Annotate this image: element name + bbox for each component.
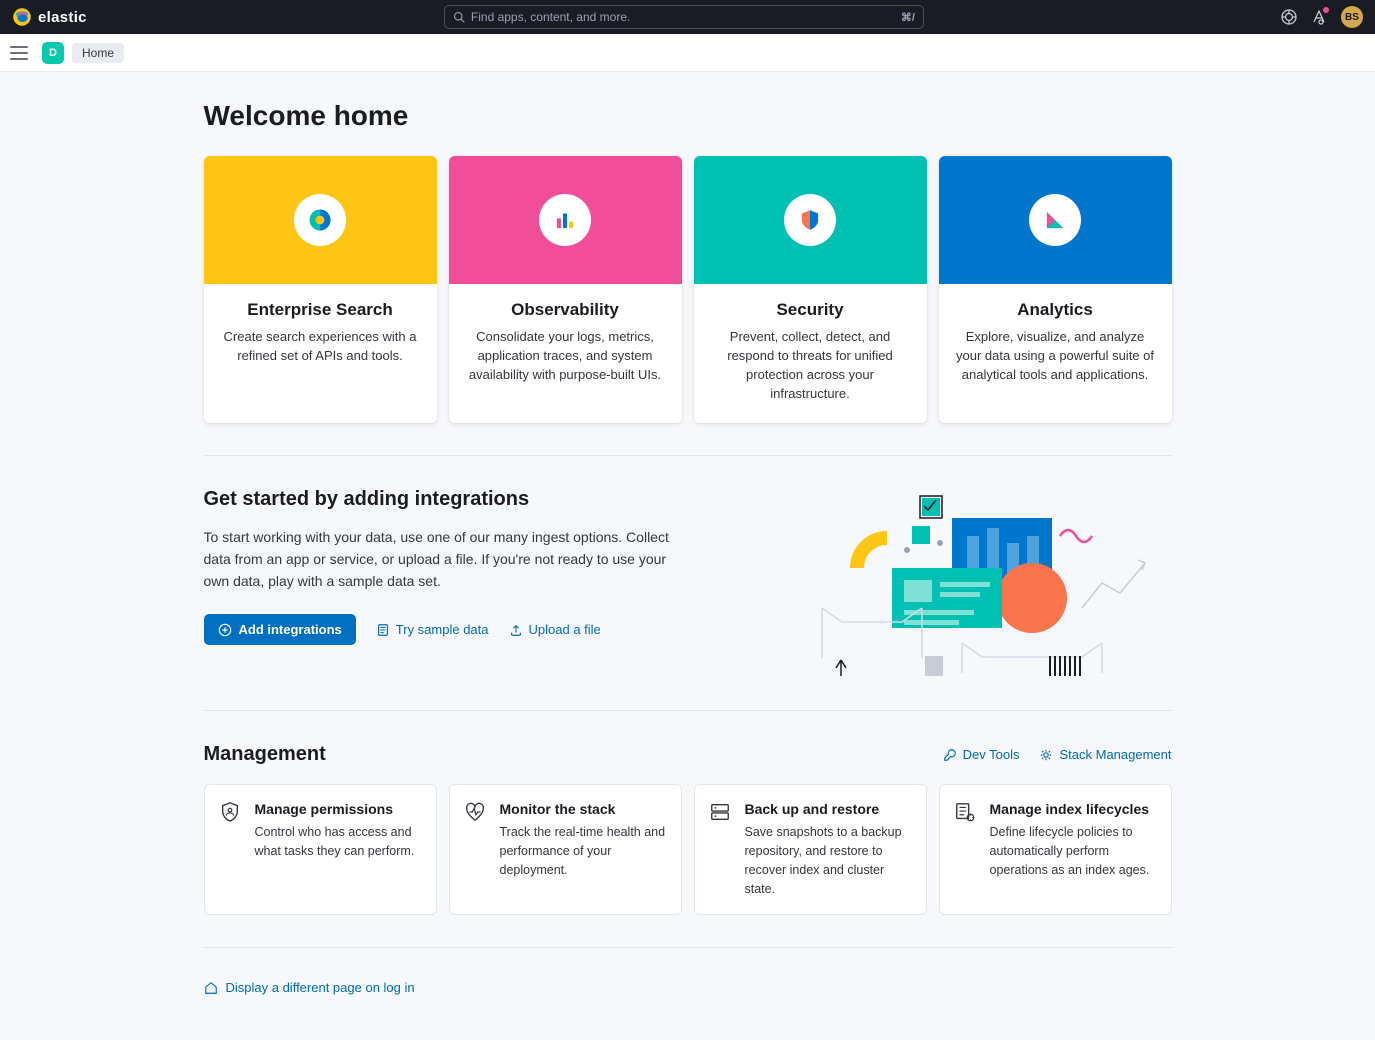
integrations-body: To start working with your data, use one… — [204, 527, 674, 592]
upload-file-link[interactable]: Upload a file — [509, 622, 601, 637]
page-title: Welcome home — [204, 100, 1172, 132]
solution-desc: Create search experiences with a refined… — [218, 328, 423, 366]
solution-title: Observability — [463, 300, 668, 320]
solution-title: Security — [708, 300, 913, 320]
solution-card-analytics[interactable]: Analytics Explore, visualize, and analyz… — [939, 156, 1172, 423]
mgmt-card-title: Manage index lifecycles — [990, 801, 1157, 817]
solution-card-observability[interactable]: Observability Consolidate your logs, met… — [449, 156, 682, 423]
management-grid: Manage permissions Control who has acces… — [204, 784, 1172, 915]
divider — [204, 710, 1172, 711]
solution-title: Enterprise Search — [218, 300, 423, 320]
divider — [204, 455, 1172, 456]
newsfeed-icon[interactable] — [1311, 9, 1327, 25]
solution-desc: Explore, visualize, and analyze your dat… — [953, 328, 1158, 385]
help-icon[interactable] — [1281, 9, 1297, 25]
integrations-heading: Get started by adding integrations — [204, 488, 772, 511]
add-integrations-button[interactable]: Add integrations — [204, 614, 356, 645]
security-icon — [797, 207, 823, 233]
solutions-grid: Enterprise Search Create search experien… — [204, 156, 1172, 423]
integrations-section: Get started by adding integrations To st… — [204, 488, 1172, 678]
sub-header: D Home — [0, 34, 1375, 72]
elastic-logo-icon — [12, 7, 32, 27]
mgmt-card-desc: Save snapshots to a backup repository, a… — [745, 823, 912, 898]
display-different-page-link[interactable]: Display a different page on log in — [204, 980, 415, 995]
brand-name: elastic — [38, 9, 87, 26]
mgmt-card-title: Back up and restore — [745, 801, 912, 817]
nav-toggle-icon[interactable] — [10, 46, 28, 60]
wrench-icon — [943, 748, 957, 762]
index-settings-icon — [954, 801, 976, 823]
home-icon — [204, 981, 218, 995]
solution-desc: Prevent, collect, detect, and respond to… — [708, 328, 913, 403]
upload-icon — [509, 623, 523, 637]
mgmt-card-backup[interactable]: Back up and restore Save snapshots to a … — [694, 784, 927, 915]
mgmt-card-permissions[interactable]: Manage permissions Control who has acces… — [204, 784, 437, 915]
document-icon — [376, 623, 390, 637]
global-search[interactable]: Find apps, content, and more. ⌘/ — [444, 5, 924, 29]
global-header: elastic Find apps, content, and more. ⌘/… — [0, 0, 1375, 34]
user-avatar[interactable]: BS — [1341, 6, 1363, 28]
plus-circle-icon — [218, 623, 232, 637]
management-heading: Management — [204, 743, 326, 766]
notification-dot — [1323, 7, 1329, 13]
shield-users-icon — [219, 801, 241, 823]
observability-icon — [552, 207, 578, 233]
breadcrumb-current[interactable]: Home — [72, 43, 124, 63]
mgmt-card-title: Manage permissions — [255, 801, 422, 817]
try-sample-data-link[interactable]: Try sample data — [376, 622, 489, 637]
stack-management-link[interactable]: Stack Management — [1039, 747, 1171, 762]
enterprise-search-icon — [306, 206, 334, 234]
brand-logo[interactable]: elastic — [12, 7, 87, 27]
integrations-illustration — [812, 488, 1172, 678]
mgmt-card-title: Monitor the stack — [500, 801, 667, 817]
solution-card-security[interactable]: Security Prevent, collect, detect, and r… — [694, 156, 927, 423]
mgmt-card-lifecycle[interactable]: Manage index lifecycles Define lifecycle… — [939, 784, 1172, 915]
solution-card-enterprise-search[interactable]: Enterprise Search Create search experien… — [204, 156, 437, 423]
divider — [204, 947, 1172, 948]
dev-tools-link[interactable]: Dev Tools — [943, 747, 1020, 762]
heartbeat-icon — [464, 801, 486, 823]
search-shortcut: ⌘/ — [901, 11, 915, 24]
storage-icon — [709, 801, 731, 823]
space-selector[interactable]: D — [42, 42, 64, 64]
analytics-icon — [1042, 207, 1068, 233]
gear-icon — [1039, 748, 1053, 762]
search-icon — [453, 11, 465, 23]
search-placeholder: Find apps, content, and more. — [471, 10, 630, 24]
solution-title: Analytics — [953, 300, 1158, 320]
mgmt-card-desc: Control who has access and what tasks th… — [255, 823, 422, 861]
mgmt-card-monitor[interactable]: Monitor the stack Track the real-time he… — [449, 784, 682, 915]
solution-desc: Consolidate your logs, metrics, applicat… — [463, 328, 668, 385]
